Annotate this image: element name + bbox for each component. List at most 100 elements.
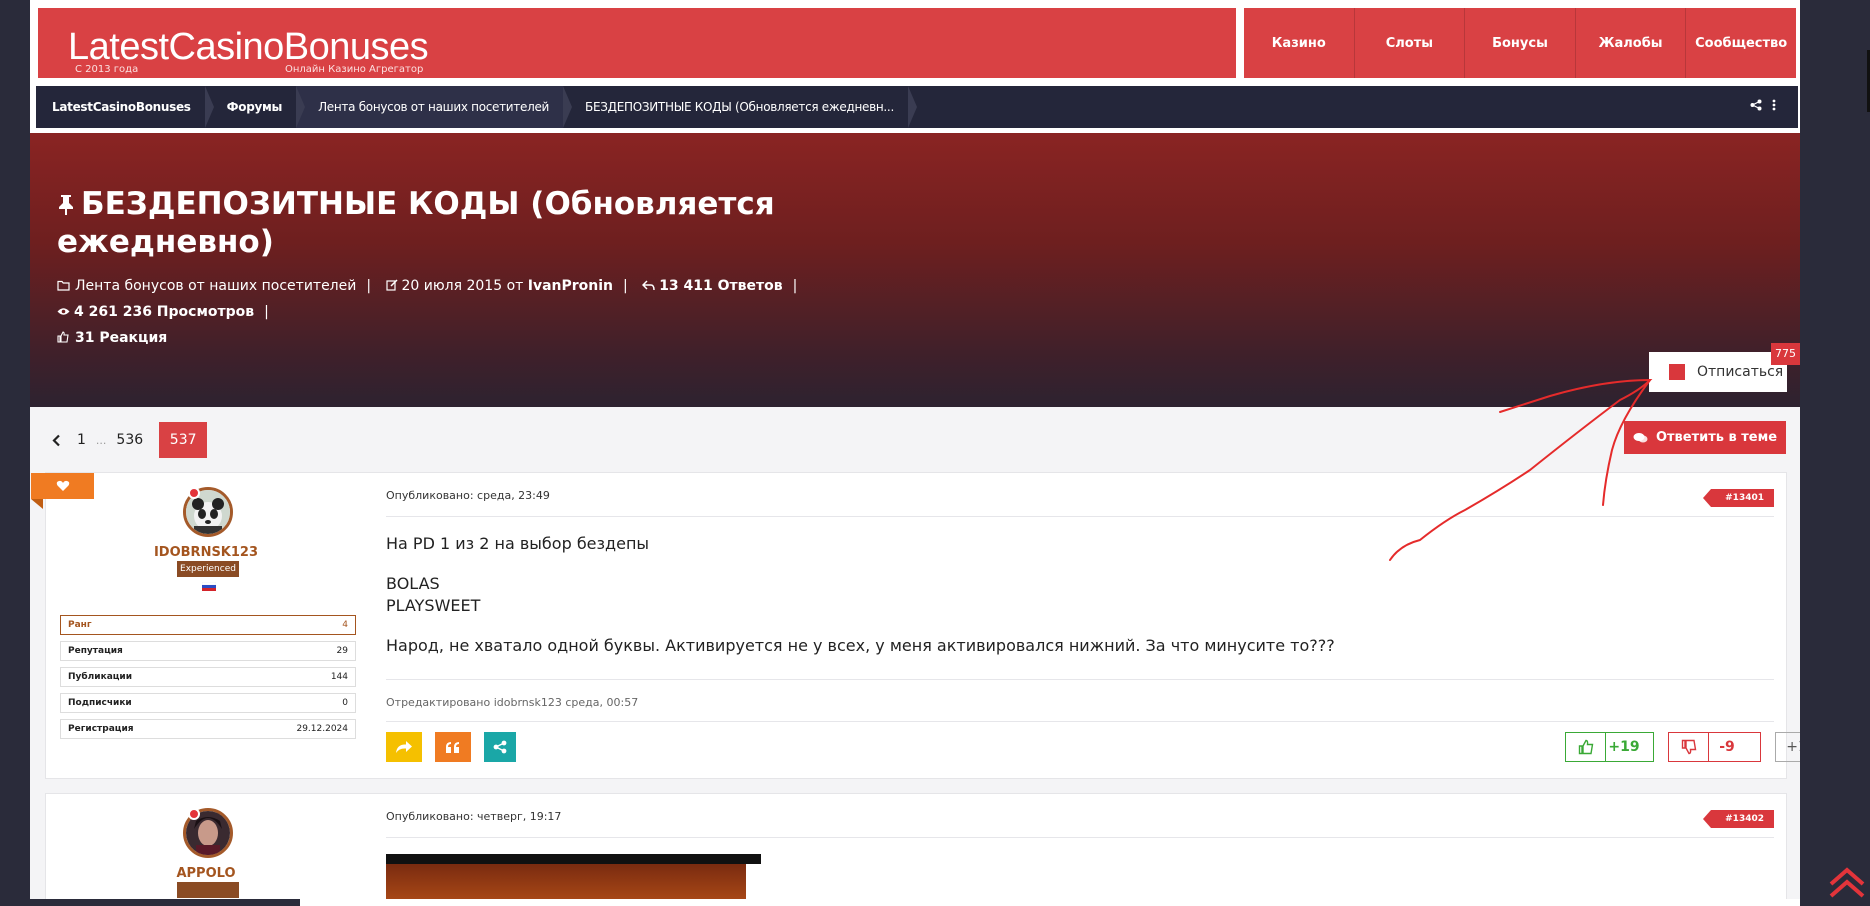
folder-icon (57, 280, 70, 291)
share-forward-icon (396, 741, 412, 753)
share-icon[interactable] (1750, 99, 1762, 111)
quote-button[interactable] (435, 732, 471, 762)
forum-post: APPOLO Опубликовано: четверг, 19:17 #134… (45, 793, 1787, 899)
reply-icon (642, 280, 655, 291)
favorite-ribbon (31, 473, 94, 499)
reply-topic-label: Ответить в теме (1655, 430, 1778, 445)
scrollbar-thumb[interactable] (0, 899, 300, 906)
comments-icon (1633, 432, 1648, 442)
post-number-badge[interactable]: #13402 (1703, 810, 1774, 828)
stat-followers: Подписчики 0 (60, 693, 356, 713)
divider (386, 837, 1774, 838)
pagination-ellipsis: ... (95, 433, 107, 447)
chevron-left-icon (52, 434, 60, 446)
stat-posts: Публикации 144 (60, 667, 356, 687)
post-line: BOLAS (386, 574, 440, 593)
upvote-count: +19 (1608, 739, 1640, 755)
site-logo[interactable]: LatestCasinoBonuses С 2013 года Онлайн К… (38, 8, 1236, 78)
thumbs-up-icon (1566, 733, 1606, 761)
topic-date: 20 июля 2015 от (401, 278, 524, 294)
post-line: На PD 1 из 2 на выбор бездепы (386, 534, 650, 553)
downvote-count: -9 (1719, 739, 1735, 755)
online-status-icon (188, 808, 200, 820)
stat-label: Подписчики (68, 698, 132, 708)
upvote-button[interactable]: +19 (1565, 732, 1654, 762)
scroll-to-top-icon[interactable] (1828, 862, 1866, 900)
pin-icon (59, 195, 73, 215)
followers-count-badge: 775 (1771, 343, 1800, 365)
breadcrumb-topic[interactable]: БЕЗДЕПОЗИТНЫЕ КОДЫ (Обновляется ежедневн… (563, 86, 917, 128)
forward-button[interactable] (386, 732, 422, 762)
post-line: PLAYSWEET (386, 596, 481, 615)
stat-value: 29.12.2024 (296, 724, 348, 734)
prev-page-button[interactable] (44, 422, 69, 458)
stat-label: Регистрация (68, 724, 134, 734)
post-number-badge[interactable]: #13401 (1703, 489, 1774, 507)
rank-badge (177, 882, 239, 898)
breadcrumb-forums[interactable]: Форумы (204, 86, 306, 128)
share-icon (493, 740, 507, 754)
reply-topic-button[interactable]: Ответить в теме (1624, 421, 1786, 454)
logo-since: С 2013 года (75, 64, 139, 75)
downvote-button[interactable]: -9 (1668, 732, 1761, 762)
horizontal-scrollbar[interactable] (0, 899, 1800, 906)
unsubscribe-checkbox-icon (1669, 364, 1685, 380)
topic-title: БЕЗДЕПОЗИТНЫЕ КОДЫ (Обновляется ежедневн… (57, 186, 775, 260)
topic-reactions: 31 Реакция (75, 330, 168, 346)
nav-complaints[interactable]: Жалобы (1574, 8, 1686, 78)
quote-icon (446, 741, 459, 753)
thumbs-down-icon (1669, 733, 1709, 761)
topic-header: БЕЗДЕПОЗИТНЫЕ КОДЫ (Обновляется ежедневн… (30, 133, 1800, 407)
stat-value: 144 (330, 672, 348, 682)
screen: LatestCasinoBonuses С 2013 года Онлайн К… (0, 0, 1870, 906)
main-nav: Казино Слоты Бонусы Жалобы Сообщество (1244, 8, 1796, 78)
logo-tagline: Онлайн Казино Агрегатор (285, 64, 424, 75)
window-right-margin (1800, 0, 1870, 906)
heart-icon (56, 480, 70, 491)
nav-casino[interactable]: Казино (1244, 8, 1354, 78)
eye-icon (57, 308, 70, 315)
nav-community[interactable]: Сообщество (1685, 8, 1796, 78)
post-edited-note: Отредактировано idobrnsk123 среда, 00:57 (386, 696, 639, 709)
more-vertical-icon[interactable] (1772, 99, 1776, 111)
reaction-total: +10 (1786, 739, 1800, 755)
forum-page: LatestCasinoBonuses С 2013 года Онлайн К… (30, 0, 1800, 899)
unsubscribe-label: Отписаться (1697, 364, 1784, 380)
topic-author-link[interactable]: IvanPronin (528, 278, 613, 294)
topic-forum-link[interactable]: Лента бонусов от наших посетителей (75, 278, 356, 294)
stat-label: Публикации (68, 672, 133, 682)
breadcrumb-home[interactable]: LatestCasinoBonuses (36, 86, 214, 128)
ribbon-tail (31, 499, 43, 509)
post-author-name[interactable]: IDOBRNSK123 (46, 545, 366, 560)
stat-value: 4 (342, 620, 348, 630)
stat-value: 29 (336, 646, 348, 656)
unsubscribe-button[interactable]: Отписаться (1649, 352, 1787, 392)
thumbs-up-icon (57, 331, 69, 343)
stat-registered: Регистрация 29.12.2024 (60, 719, 356, 739)
topic-replies: 13 411 Ответов (659, 278, 783, 294)
stat-reputation: Репутация 29 (60, 641, 356, 661)
nav-bonuses[interactable]: Бонусы (1464, 8, 1575, 78)
stat-label: Репутация (68, 646, 123, 656)
russia-flag-icon (202, 582, 216, 591)
forum-post: IDOBRNSK123 Experienced Ранг 4 Репутация 2… (31, 472, 1800, 779)
post-image-frame (386, 854, 761, 864)
post-content: На PD 1 из 2 на выбор бездепы BOLAS PLAY… (386, 533, 1335, 675)
share-post-button[interactable] (484, 732, 516, 762)
rank-badge: Experienced (177, 561, 239, 577)
edit-icon (385, 279, 398, 291)
nav-slots[interactable]: Слоты (1353, 8, 1465, 78)
page-link-prev[interactable]: 536 (108, 422, 151, 458)
breadcrumb-forum[interactable]: Лента бонусов от наших посетителей (296, 86, 572, 128)
post-author-name[interactable]: APPOLO (46, 866, 366, 881)
page-link-current[interactable]: 537 (159, 422, 208, 458)
online-status-icon (188, 487, 200, 499)
reaction-total-button[interactable]: +10 (1775, 732, 1800, 762)
divider (386, 516, 1774, 517)
stat-value: 0 (342, 698, 348, 708)
page-link-first[interactable]: 1 (69, 422, 94, 458)
post-line: Народ, не хватало одной буквы. Активируе… (386, 636, 1335, 655)
logo-title: LatestCasinoBonuses (68, 26, 429, 68)
post-image[interactable] (386, 864, 746, 899)
topic-views: 4 261 236 Просмотров (74, 304, 255, 320)
